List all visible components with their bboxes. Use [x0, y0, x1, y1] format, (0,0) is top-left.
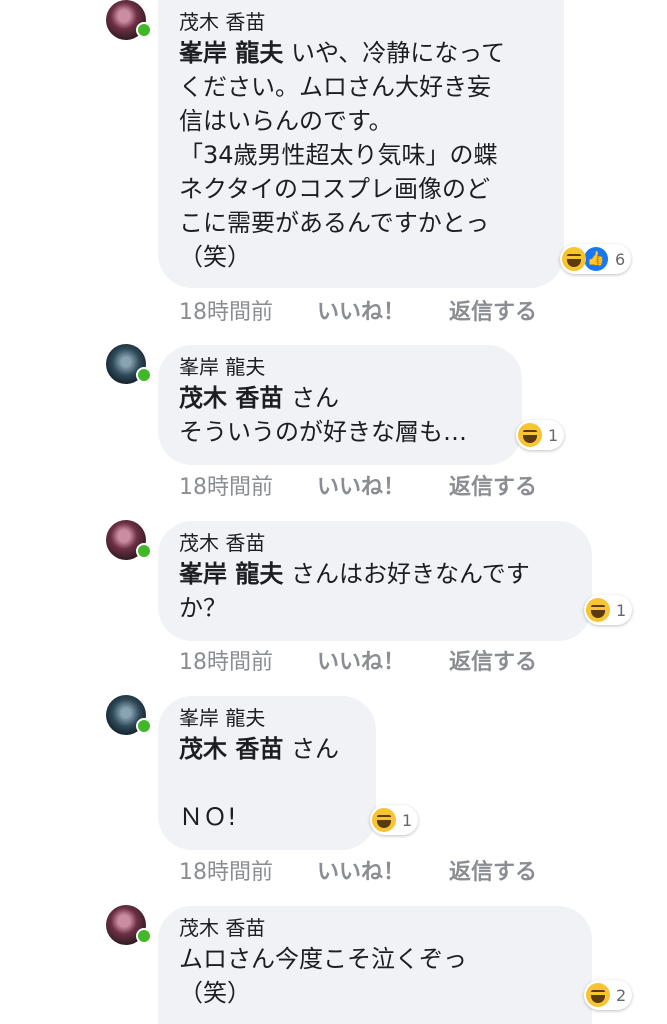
reply-button[interactable]: 返信する — [449, 294, 537, 326]
comment-bubble: 茂木 香苗 峯岸 龍夫 さんはお好きなんです か？ — [158, 521, 592, 641]
haha-reaction-icon — [372, 808, 396, 832]
reaction-summary[interactable]: 1 — [370, 805, 419, 835]
comment-time[interactable]: 18時間前 — [179, 294, 273, 326]
comment-time[interactable]: 18時間前 — [179, 854, 273, 886]
haha-reaction-icon — [562, 247, 586, 271]
comment-text: 茂木 香苗 さん ＮＯ! — [179, 735, 339, 831]
reaction-summary[interactable]: 1 — [516, 420, 565, 450]
online-status-icon — [136, 22, 152, 38]
comment-text: 峯岸 龍夫 いや、冷静になって ください。ムロさん大好き妄 信はいらんのです。 … — [179, 39, 506, 271]
reaction-count: 1 — [548, 425, 559, 445]
reaction-count: 1 — [402, 810, 413, 830]
comment-author[interactable]: 茂木 香苗 — [179, 8, 542, 36]
comment-author[interactable]: 峯岸 龍夫 — [179, 353, 500, 381]
comment-text: 茂木 香苗 さん そういうのが好きな層も… — [179, 384, 467, 446]
comment-time[interactable]: 18時間前 — [179, 644, 273, 676]
like-button[interactable]: いいね！ — [317, 854, 405, 886]
comment-bubble: 峯岸 龍夫 茂木 香苗 さん そういうのが好きな層も… — [158, 345, 522, 465]
online-status-icon — [136, 367, 152, 383]
reaction-summary[interactable]: 1 — [584, 595, 633, 625]
reaction-summary[interactable]: 2 — [584, 980, 633, 1010]
comment-bubble: 茂木 香苗 ムロさん今度こそ泣くぞっ （笑） — [158, 906, 592, 1024]
reaction-count: 6 — [615, 249, 626, 269]
reply-button[interactable]: 返信する — [449, 469, 537, 501]
like-button[interactable]: いいね！ — [317, 469, 405, 501]
haha-reaction-icon — [586, 983, 610, 1007]
comment-bubble: 茂木 香苗 峯岸 龍夫 いや、冷静になって ください。ムロさん大好き妄 信はいら… — [158, 0, 564, 288]
mention-link[interactable]: 茂木 香苗 — [179, 735, 283, 763]
like-button[interactable]: いいね！ — [317, 644, 405, 676]
mention-link[interactable]: 茂木 香苗 — [179, 384, 283, 412]
like-button[interactable]: いいね！ — [317, 294, 405, 326]
online-status-icon — [136, 718, 152, 734]
comment-time[interactable]: 18時間前 — [179, 469, 273, 501]
haha-reaction-icon — [518, 423, 542, 447]
comment-text: 峯岸 龍夫 さんはお好きなんです か？ — [179, 560, 530, 622]
reply-button[interactable]: 返信する — [449, 854, 537, 886]
comment-bubble: 峯岸 龍夫 茂木 香苗 さん ＮＯ! — [158, 696, 376, 850]
comment-author[interactable]: 茂木 香苗 — [179, 914, 570, 942]
comment-author[interactable]: 峯岸 龍夫 — [179, 704, 354, 732]
comment-author[interactable]: 茂木 香苗 — [179, 529, 570, 557]
online-status-icon — [136, 928, 152, 944]
reaction-count: 2 — [616, 985, 627, 1005]
reaction-summary[interactable]: 👍 6 — [560, 244, 632, 274]
like-reaction-icon: 👍 — [583, 246, 609, 272]
comment-text: ムロさん今度こそ泣くぞっ （笑） — [179, 945, 467, 1007]
mention-link[interactable]: 峯岸 龍夫 — [179, 39, 283, 67]
mention-link[interactable]: 峯岸 龍夫 — [179, 560, 283, 588]
reaction-count: 1 — [616, 600, 627, 620]
reply-button[interactable]: 返信する — [449, 644, 537, 676]
haha-reaction-icon — [586, 598, 610, 622]
online-status-icon — [136, 543, 152, 559]
